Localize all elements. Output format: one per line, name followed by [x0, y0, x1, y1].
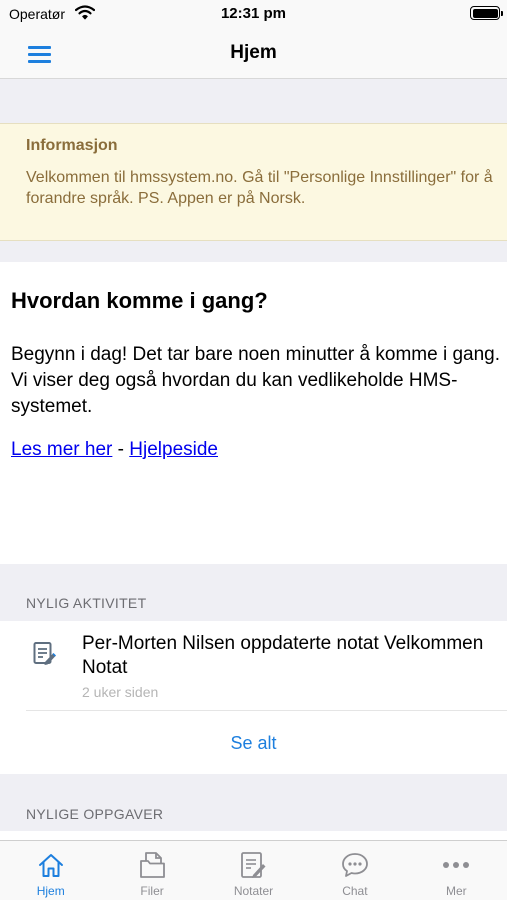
more-icon — [443, 862, 470, 868]
see-all-button[interactable]: Se alt — [0, 733, 507, 754]
tab-label: Filer — [140, 884, 164, 898]
status-bar: Operatør 12:31 pm — [0, 0, 507, 30]
recent-activity-card: Per-Morten Nilsen oppdaterte notat Velko… — [0, 621, 507, 774]
home-icon — [38, 854, 63, 877]
tab-bar: Hjem Filer Notater Chat Mer — [0, 840, 507, 900]
tab-label: Hjem — [36, 884, 65, 898]
battery-icon — [470, 6, 503, 20]
link-separator: - — [117, 439, 124, 460]
getting-started-card: Hvordan komme i gang? Begynn i dag! Det … — [0, 262, 507, 564]
info-text: Velkommen til hmssystem.no. Gå til "Pers… — [26, 169, 493, 207]
recent-activity-header: NYLIG AKTIVITET — [26, 595, 147, 611]
tab-label: Mer — [445, 884, 467, 898]
getting-started-links: Les mer her - Hjelpeside — [11, 439, 218, 461]
tab-label: Chat — [342, 884, 368, 898]
tab-home[interactable]: Hjem — [0, 841, 101, 900]
activity-timestamp: 2 uker siden — [82, 684, 159, 700]
tab-label: Notater — [233, 884, 274, 898]
help-page-link[interactable]: Hjelpeside — [129, 439, 218, 460]
tab-files[interactable]: Filer — [101, 841, 202, 900]
activity-title: Per-Morten Nilsen oppdaterte notat Velko… — [82, 633, 484, 678]
navigation-bar: Hjem — [0, 30, 507, 79]
edit-note-icon — [33, 641, 57, 667]
tab-notes[interactable]: Notater — [203, 841, 304, 900]
chat-icon — [341, 853, 368, 877]
getting-started-body: Begynn i dag! Det tar bare noen minutter… — [11, 344, 500, 417]
recent-tasks-header: NYLIGE OPPGAVER — [26, 806, 164, 822]
tab-more[interactable]: Mer — [406, 841, 507, 900]
info-title: Informasjon — [26, 137, 118, 154]
getting-started-title: Hvordan komme i gang? — [11, 288, 268, 313]
divider — [26, 710, 507, 711]
files-icon — [140, 852, 165, 878]
page-title: Hjem — [230, 42, 277, 63]
info-alert: Informasjon Velkommen til hmssystem.no. … — [0, 123, 507, 241]
tab-chat[interactable]: Chat — [304, 841, 405, 900]
read-more-link[interactable]: Les mer her — [11, 439, 112, 460]
notes-icon — [241, 852, 266, 878]
status-time: 12:31 pm — [220, 5, 287, 22]
